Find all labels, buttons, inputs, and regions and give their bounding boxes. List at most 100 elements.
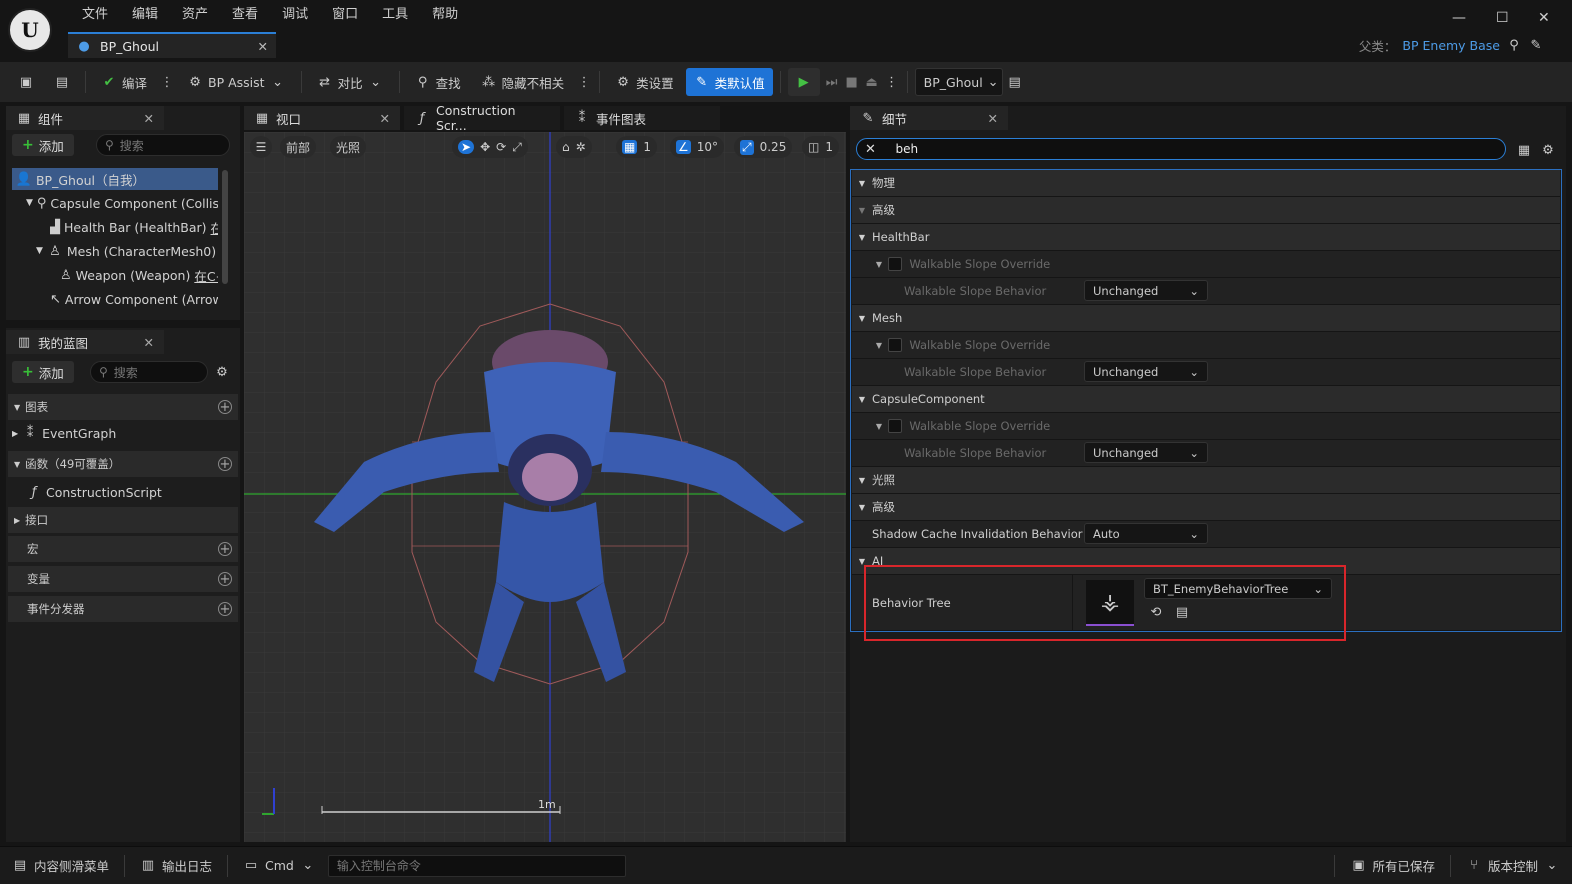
shadow-cache-dropdown[interactable]: Auto ⌄	[1084, 523, 1208, 544]
menu-window[interactable]: 窗口	[320, 6, 370, 24]
components-scrollbar[interactable]	[222, 170, 228, 284]
content-drawer-button[interactable]: ▤ 内容侧滑菜单	[0, 851, 121, 881]
menu-debug[interactable]: 调试	[270, 6, 320, 24]
components-search-input[interactable]: ⚲ 搜索	[96, 134, 230, 156]
myblueprint-search-input[interactable]: ⚲ 搜索	[90, 361, 208, 383]
wsb-dropdown[interactable]: Unchanged ⌄	[1084, 442, 1208, 463]
details-tab[interactable]: ✎ 细节 ✕	[850, 106, 1008, 130]
construction-tab[interactable]: ƒ Construction Scr...	[404, 103, 560, 133]
move-icon[interactable]: ✥	[480, 140, 490, 154]
more-options-icon[interactable]: ⋮	[576, 74, 592, 90]
compile-options-icon[interactable]: ⋮	[159, 74, 175, 90]
add-icon[interactable]: +	[218, 602, 232, 616]
add-blueprint-item-button[interactable]: + 添加	[12, 361, 74, 383]
hide-unrelated-button[interactable]: ⁂ 隐藏不相关	[473, 68, 573, 96]
compile-button[interactable]: ✔ 编译	[93, 68, 155, 96]
gear-icon[interactable]: ⚙	[214, 364, 230, 380]
section-dispatchers[interactable]: 事件分发器 +	[8, 596, 238, 622]
category-advanced[interactable]: ▼ 高级	[852, 197, 1560, 224]
component-row-weapon[interactable]: ♙ Weapon (Weapon) 在C+	[60, 264, 218, 286]
close-icon[interactable]: ✕	[144, 111, 154, 126]
property-wso[interactable]: ▼ Walkable Slope Override	[852, 332, 1560, 359]
section-interfaces[interactable]: ▶ 接口	[8, 507, 238, 533]
view-lit-button[interactable]: 光照	[330, 136, 367, 158]
document-tab[interactable]: ● BP_Ghoul ✕	[68, 32, 276, 58]
console-input[interactable]: 输入控制台命令	[327, 854, 626, 877]
components-tab[interactable]: ▦ 组件 ✕	[6, 106, 164, 130]
close-tab-icon[interactable]: ✕	[258, 39, 268, 54]
override-checkbox[interactable]	[888, 338, 902, 352]
eject-icon[interactable]: ⏏	[864, 74, 880, 90]
component-row-capsule[interactable]: ▼ ⚲ Capsule Component (Collisi	[26, 192, 218, 214]
play-button[interactable]: ▶	[787, 68, 820, 96]
unreal-logo-icon[interactable]: U	[8, 8, 52, 52]
close-icon[interactable]: ✕	[144, 335, 154, 350]
camera-speed[interactable]: ◫ 1	[802, 136, 839, 158]
class-settings-button[interactable]: ⚙ 类设置	[607, 68, 682, 96]
add-icon[interactable]: +	[218, 542, 232, 556]
search-icon[interactable]: ⚲	[1506, 38, 1522, 54]
details-search-input[interactable]: ✕ beh	[856, 138, 1506, 160]
menu-asset[interactable]: 资产	[170, 6, 220, 24]
item-eventgraph[interactable]: ▶ ⁑ EventGraph	[12, 422, 232, 444]
category-advanced-lighting[interactable]: ▼ 高级	[852, 494, 1560, 521]
find-button[interactable]: ⚲ 查找	[407, 68, 469, 96]
version-control-button[interactable]: ⑂ 版本控制 ⌄	[1454, 851, 1572, 881]
property-wso[interactable]: ▼ Walkable Slope Override	[852, 413, 1560, 440]
category-healthbar[interactable]: ▼ HealthBar	[852, 224, 1560, 251]
item-constructionscript[interactable]: ƒ ConstructionScript	[26, 481, 232, 503]
grid-snap[interactable]: ▦ 1	[616, 136, 657, 158]
parent-class-link[interactable]: BP Enemy Base	[1402, 38, 1500, 53]
scale-icon[interactable]: ⤢	[512, 140, 522, 155]
component-row-self[interactable]: 👤 BP_Ghoul（自我）	[12, 168, 218, 190]
property-wso[interactable]: ▼ Walkable Slope Override	[852, 251, 1560, 278]
component-row-arrow[interactable]: ↖ Arrow Component (Arrow	[50, 288, 218, 310]
menu-file[interactable]: 文件	[70, 6, 120, 24]
class-defaults-button[interactable]: ✎ 类默认值	[685, 68, 773, 96]
viewport-menu-button[interactable]: ☰	[250, 136, 272, 158]
edit-icon[interactable]: ✎	[1528, 38, 1544, 54]
component-row-healthbar[interactable]: ▟ Health Bar (HealthBar) 在	[50, 216, 218, 238]
debug-browse-icon[interactable]: ▤	[1007, 74, 1023, 90]
menu-edit[interactable]: 编辑	[120, 6, 170, 24]
add-icon[interactable]: +	[218, 457, 232, 471]
stop-icon[interactable]: ■	[844, 74, 860, 90]
myblueprint-tab[interactable]: ▥ 我的蓝图 ✕	[6, 330, 164, 354]
category-mesh[interactable]: ▼ Mesh	[852, 305, 1560, 332]
close-icon[interactable]: ✕	[988, 111, 998, 126]
eventgraph-tab[interactable]: ⁑ 事件图表	[564, 106, 720, 130]
section-graphs[interactable]: ▼ 图表 +	[8, 394, 238, 420]
world-local-icon[interactable]: ✲	[576, 140, 586, 154]
category-physics[interactable]: ▼ 物理	[852, 170, 1560, 197]
wsb-dropdown[interactable]: Unchanged ⌄	[1084, 280, 1208, 301]
output-log-button[interactable]: ▥ 输出日志	[128, 851, 224, 881]
close-window-icon[interactable]: ✕	[1538, 10, 1550, 26]
close-icon[interactable]: ✕	[380, 111, 390, 126]
maximize-icon[interactable]: ☐	[1496, 10, 1509, 26]
section-macros[interactable]: 宏 +	[8, 536, 238, 562]
scale-snap[interactable]: ⤢ 0.25	[734, 136, 793, 158]
play-options-icon[interactable]: ⋮	[884, 74, 900, 90]
bp-assist-button[interactable]: ⚙ BP Assist ⌄	[179, 68, 294, 96]
browse-button[interactable]: ▤	[46, 68, 78, 96]
debug-object-dropdown[interactable]: BP_Ghoul ⌄	[914, 68, 1003, 96]
override-checkbox[interactable]	[888, 257, 902, 271]
menu-help[interactable]: 帮助	[420, 6, 470, 24]
step-icon[interactable]: ⏭	[824, 74, 840, 90]
component-row-mesh[interactable]: ▼ ♙ Mesh (CharacterMesh0)	[36, 240, 218, 262]
category-lighting[interactable]: ▼ 光照	[852, 467, 1560, 494]
angle-snap[interactable]: ∠ 10°	[670, 136, 725, 158]
gear-icon[interactable]: ⚙	[1540, 142, 1556, 158]
add-icon[interactable]: +	[218, 572, 232, 586]
cmd-dropdown[interactable]: ▭ Cmd ⌄	[231, 851, 328, 881]
select-icon[interactable]: ➤	[458, 140, 475, 154]
section-functions[interactable]: ▼ 函数（49可覆盖） +	[8, 451, 238, 477]
surface-snap-icon[interactable]: ⌂	[562, 140, 570, 154]
override-checkbox[interactable]	[888, 419, 902, 433]
wsb-dropdown[interactable]: Unchanged ⌄	[1084, 361, 1208, 382]
add-component-button[interactable]: + 添加	[12, 134, 74, 156]
clear-search-icon[interactable]: ✕	[865, 142, 876, 157]
menu-view[interactable]: 查看	[220, 6, 270, 24]
menu-tools[interactable]: 工具	[370, 6, 420, 24]
save-button[interactable]: ▣	[10, 68, 42, 96]
